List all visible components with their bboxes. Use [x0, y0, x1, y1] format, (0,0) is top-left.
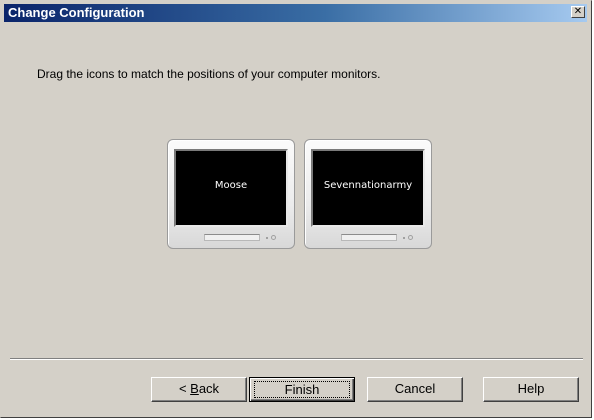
power-button-icon: [271, 235, 276, 240]
monitor-icon[interactable]: Sevennationarmy: [304, 139, 432, 249]
divider: [10, 358, 583, 360]
led-icon: [403, 237, 405, 239]
close-icon[interactable]: ✕: [571, 6, 585, 18]
monitor-base: [341, 234, 397, 241]
back-button[interactable]: < Back: [151, 377, 247, 402]
title-bar[interactable]: Change Configuration ✕: [4, 4, 587, 22]
focus-rectangle: Finish: [254, 381, 350, 398]
cancel-button[interactable]: Cancel: [367, 377, 463, 402]
power-button-icon: [408, 235, 413, 240]
change-configuration-dialog: Change Configuration ✕ Drag the icons to…: [0, 0, 592, 418]
monitor-screen: Moose: [174, 149, 288, 227]
monitor-label: Sevennationarmy: [323, 180, 413, 191]
monitor-screen: Sevennationarmy: [311, 149, 425, 227]
finish-button-label: Finish: [284, 382, 320, 397]
monitor-icon[interactable]: Moose: [167, 139, 295, 249]
monitor-base: [204, 234, 260, 241]
back-button-rest: ack: [198, 381, 220, 396]
back-button-mnemonic: B: [190, 381, 199, 396]
window-title: Change Configuration: [8, 5, 145, 20]
back-button-prefix: <: [178, 381, 191, 396]
finish-button[interactable]: Finish: [249, 377, 355, 402]
instruction-text: Drag the icons to match the positions of…: [37, 67, 381, 81]
led-icon: [266, 237, 268, 239]
monitor-label: Moose: [214, 180, 248, 191]
help-button[interactable]: Help: [483, 377, 579, 402]
